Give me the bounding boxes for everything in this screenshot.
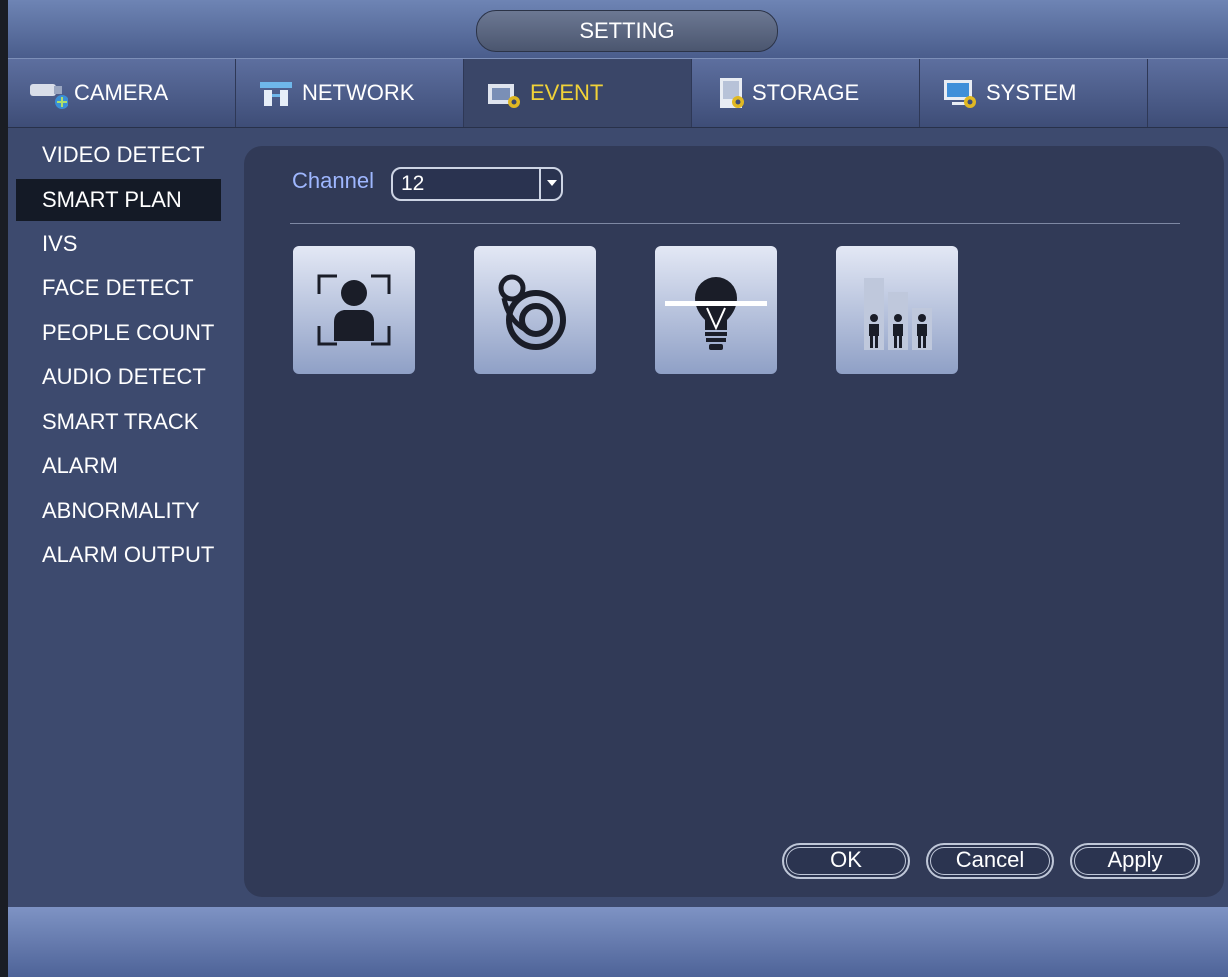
people-count-tile[interactable] bbox=[836, 246, 958, 374]
ivs-bulb-icon bbox=[665, 277, 767, 350]
storage-icon bbox=[712, 76, 752, 110]
smart-plan-panel: Channel 12 OK Cancel Apply bbox=[244, 146, 1224, 897]
tab-storage[interactable]: STORAGE bbox=[692, 59, 920, 127]
sidebar-item-alarm-output[interactable]: ALARM OUTPUT bbox=[16, 534, 221, 576]
event-icon bbox=[484, 76, 524, 110]
sidebar-item-smart-track[interactable]: SMART TRACK bbox=[16, 401, 221, 443]
sidebar-item-ivs[interactable]: IVS bbox=[16, 223, 221, 265]
footer-bar bbox=[8, 907, 1228, 977]
channel-select[interactable]: 12 bbox=[391, 167, 563, 201]
camera-icon bbox=[28, 76, 69, 110]
system-icon bbox=[940, 76, 980, 110]
tab-camera[interactable]: CAMERA bbox=[8, 59, 236, 127]
face-detect-icon bbox=[317, 274, 391, 346]
sidebar-item-video-detect[interactable]: VIDEO DETECT bbox=[16, 134, 221, 176]
cancel-button[interactable]: Cancel bbox=[926, 843, 1054, 879]
sidebar-item-people-count[interactable]: PEOPLE COUNT bbox=[16, 312, 221, 354]
divider bbox=[290, 223, 1180, 224]
fisheye-icon bbox=[498, 274, 566, 350]
tab-system[interactable]: SYSTEM bbox=[920, 59, 1148, 127]
sidebar-item-smart-plan[interactable]: SMART PLAN bbox=[16, 179, 221, 221]
settings-window: SETTING CAMERA NETWORK EVENT STORAGE SYS… bbox=[8, 0, 1228, 977]
sidebar-item-alarm[interactable]: ALARM bbox=[16, 445, 221, 487]
tab-network-label: NETWORK bbox=[302, 80, 415, 105]
chevron-down-icon[interactable] bbox=[539, 167, 563, 201]
tab-camera-label: CAMERA bbox=[74, 80, 169, 105]
tab-system-label: SYSTEM bbox=[986, 80, 1077, 105]
channel-value: 12 bbox=[401, 172, 425, 195]
window-title: SETTING bbox=[476, 10, 778, 52]
tab-network[interactable]: NETWORK bbox=[236, 59, 464, 127]
tab-event[interactable]: EVENT bbox=[464, 59, 692, 127]
tab-bar: CAMERA NETWORK EVENT STORAGE SYSTEM bbox=[8, 58, 1228, 128]
face-detect-tile[interactable] bbox=[293, 246, 415, 374]
sidebar: VIDEO DETECT SMART PLAN IVS FACE DETECT … bbox=[8, 127, 244, 907]
ivs-tile[interactable] bbox=[655, 246, 777, 374]
sidebar-item-abnormality[interactable]: ABNORMALITY bbox=[16, 490, 221, 532]
apply-button[interactable]: Apply bbox=[1070, 843, 1200, 879]
people-count-icon bbox=[864, 278, 932, 350]
network-icon bbox=[256, 76, 296, 110]
sidebar-item-face-detect[interactable]: FACE DETECT bbox=[16, 267, 221, 309]
fisheye-tile[interactable] bbox=[474, 246, 596, 374]
ok-button[interactable]: OK bbox=[782, 843, 910, 879]
channel-label: Channel bbox=[292, 168, 374, 193]
tab-storage-label: STORAGE bbox=[752, 80, 860, 105]
title-bar: SETTING bbox=[8, 0, 1228, 58]
sidebar-item-audio-detect[interactable]: AUDIO DETECT bbox=[16, 356, 221, 398]
tab-event-label: EVENT bbox=[530, 80, 604, 105]
